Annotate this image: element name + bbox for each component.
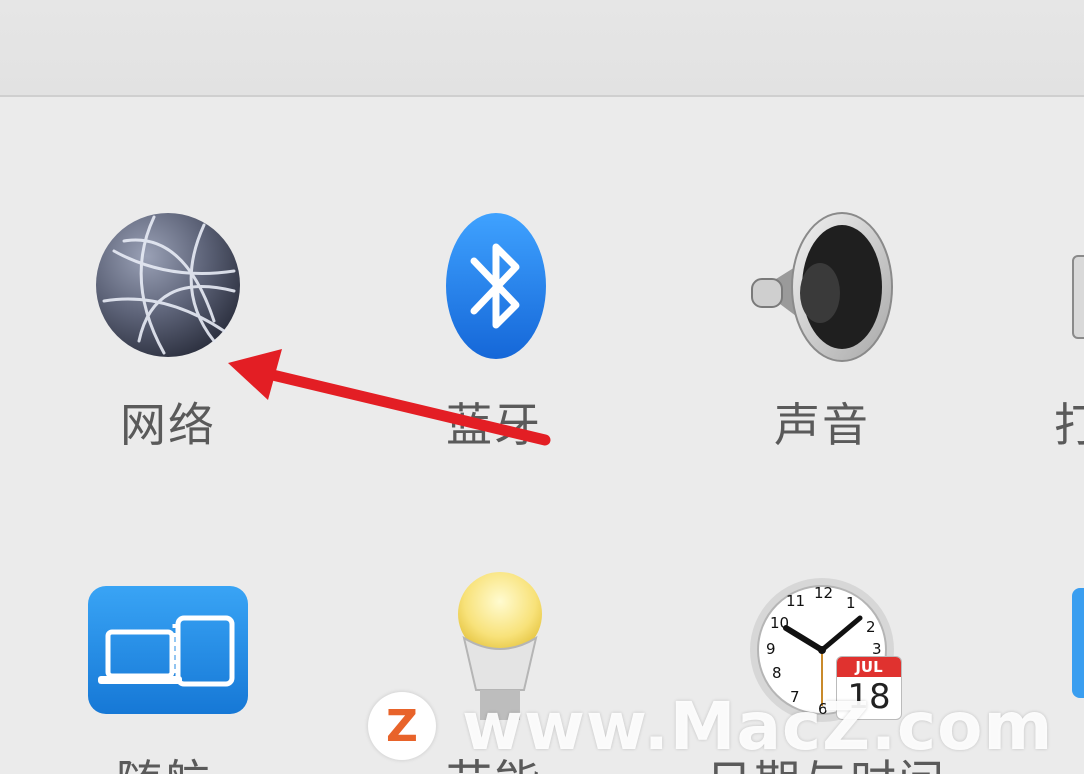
window-toolbar — [0, 0, 1084, 97]
clock-number: 12 — [814, 584, 834, 602]
pref-label-network: 网络 — [120, 398, 216, 452]
clock-number: 1 — [846, 594, 856, 612]
pref-label-sound: 声音 — [774, 398, 870, 452]
pref-label-sidecar: 随航 — [116, 746, 212, 774]
macz-logo: Z — [368, 692, 436, 760]
red-arrow-annotation — [228, 349, 551, 446]
clock-number: 11 — [786, 592, 806, 610]
sidecar-icon — [88, 586, 248, 714]
printer-icon — [1072, 255, 1084, 339]
watermark: Z www.MacZ.com — [368, 678, 1084, 774]
pref-sound[interactable]: 声音 — [740, 205, 910, 452]
calendar-month: JUL — [837, 657, 901, 677]
pref-sidecar[interactable]: 随航 — [86, 584, 256, 774]
bluetooth-icon — [446, 213, 546, 359]
pref-label-printers: 打 — [1054, 398, 1084, 452]
clock-number: 9 — [766, 640, 776, 658]
clock-number: 10 — [770, 614, 790, 632]
watermark-text: www.MacZ.com — [462, 687, 1054, 765]
speaker-icon — [751, 212, 893, 362]
clock-number: 2 — [866, 618, 876, 636]
network-globe-icon — [96, 213, 240, 357]
pref-printers[interactable]: 打 — [1050, 205, 1084, 505]
